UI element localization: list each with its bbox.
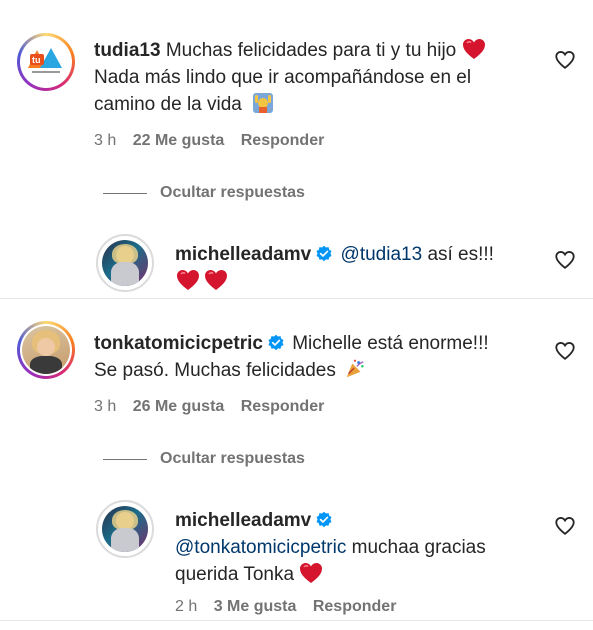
- reply-button[interactable]: Responder: [241, 132, 325, 149]
- verified-badge-icon: [268, 334, 284, 351]
- hide-replies-button[interactable]: Ocultar respuestas: [160, 450, 305, 468]
- avatar[interactable]: [96, 500, 154, 558]
- comment-separator: [0, 620, 593, 621]
- comment-text-line: tudia13 Muchas felicidades para ti y tu …: [94, 37, 486, 64]
- reply-text-line: querida Tonka: [175, 561, 323, 588]
- comment-text-line: camino de la vida: [94, 91, 275, 118]
- reply-button[interactable]: Responder: [241, 398, 325, 415]
- red-heart-emoji-icon: [462, 39, 485, 59]
- raising-hands-emoji-icon: [253, 93, 274, 113]
- comment-text: Michelle está enorme!!!: [292, 333, 489, 354]
- reply-text-line: @tonkatomicicpetric muchaa gracias: [175, 534, 486, 561]
- comment-text-line: Se pasó. Muchas felicidades: [94, 357, 366, 384]
- heart-outline-icon[interactable]: [554, 515, 576, 537]
- timestamp: 3 h: [94, 132, 117, 149]
- avatar[interactable]: tu: [17, 33, 75, 91]
- reply-text-line: michelleadamv: [175, 507, 335, 534]
- hide-replies-button[interactable]: Ocultar respuestas: [160, 184, 305, 202]
- username[interactable]: tonkatomicicpetric: [94, 333, 263, 354]
- verified-badge-icon: [316, 245, 332, 262]
- comment-text: camino de la vida: [94, 94, 242, 115]
- red-heart-emoji-icon: [177, 270, 199, 290]
- comment-text: Muchas felicidades para ti y tu hijo: [165, 40, 457, 61]
- heart-outline-icon[interactable]: [554, 249, 576, 271]
- reply-text: muchaa gracias: [351, 537, 486, 558]
- mention-link[interactable]: @tudia13: [341, 244, 423, 265]
- divider-line: [103, 193, 147, 194]
- heart-outline-icon[interactable]: [554, 49, 576, 71]
- red-heart-emoji-icon: [300, 563, 323, 583]
- tudia-logo-icon: tu: [28, 48, 62, 73]
- reply-meta: 2 h 3 Me gusta Responder: [175, 598, 408, 616]
- likes-count[interactable]: 22 Me gusta: [133, 132, 225, 149]
- comment-text-line: tonkatomicicpetric Michelle está enorme!…: [94, 330, 489, 357]
- avatar[interactable]: [96, 234, 154, 292]
- comment-text: Nada más lindo que ir acompañándose en e…: [94, 67, 472, 88]
- reply-text: así es!!!: [427, 244, 494, 265]
- username[interactable]: tudia13: [94, 40, 161, 61]
- comment-text: Se pasó. Muchas felicidades: [94, 360, 336, 381]
- reply-text: querida Tonka: [175, 564, 295, 585]
- party-popper-emoji-icon: [346, 359, 364, 378]
- red-heart-emoji-icon: [205, 270, 228, 290]
- heart-outline-icon[interactable]: [554, 340, 576, 362]
- avatar[interactable]: [17, 321, 75, 379]
- verified-badge-icon: [316, 511, 332, 528]
- timestamp: 2 h: [175, 598, 198, 615]
- avatar-label: tu: [32, 55, 41, 65]
- timestamp: 3 h: [94, 398, 117, 415]
- reply-button[interactable]: Responder: [313, 598, 397, 615]
- comment-meta: 3 h 22 Me gusta Responder: [94, 132, 336, 150]
- mention-link[interactable]: @tonkatomicicpetric: [175, 537, 346, 558]
- username[interactable]: michelleadamv: [175, 244, 311, 265]
- emoji-group: [176, 269, 228, 292]
- username[interactable]: michelleadamv: [175, 510, 311, 531]
- comment-meta: 3 h 26 Me gusta Responder: [94, 398, 336, 416]
- likes-count[interactable]: 26 Me gusta: [133, 398, 225, 415]
- likes-count[interactable]: 3 Me gusta: [214, 598, 297, 615]
- reply-text-line: michelleadamv @tudia13 así es!!!: [175, 241, 494, 268]
- divider-line: [103, 459, 147, 460]
- comment-separator: [0, 298, 593, 299]
